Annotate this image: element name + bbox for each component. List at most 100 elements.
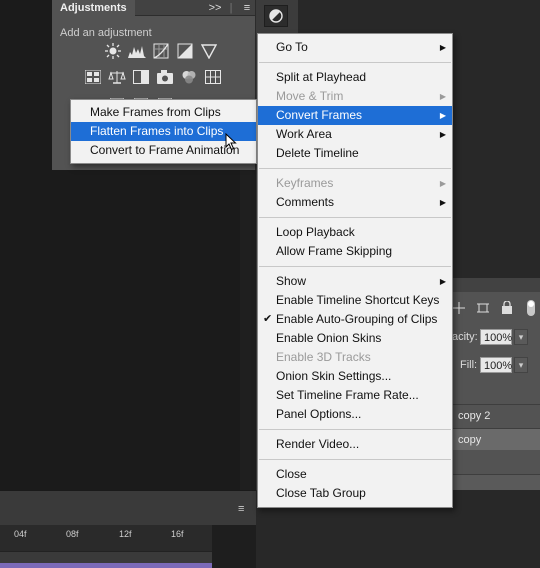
delete-timeline-item[interactable]: Delete Timeline — [258, 144, 452, 163]
panel-options-item[interactable]: Panel Options... — [258, 405, 452, 424]
work-area-item[interactable]: Work Area ▶ — [258, 125, 452, 144]
channel-mixer-icon[interactable] — [180, 68, 198, 86]
go-to-item[interactable]: Go To ▶ — [258, 38, 452, 57]
adjustments-tab[interactable]: Adjustments — [52, 0, 135, 16]
menu-item-label: Show — [276, 274, 307, 288]
submenu-arrow-icon: ▶ — [439, 92, 446, 101]
exposure-icon[interactable] — [176, 42, 194, 60]
tick-label: 08f — [66, 529, 79, 539]
close-item[interactable]: Close — [258, 465, 452, 484]
timeline-header — [0, 491, 256, 525]
opacity-label: acity: — [452, 331, 478, 343]
render-video-item[interactable]: Render Video... — [258, 435, 452, 454]
enable-3d-tracks-item: Enable 3D Tracks — [258, 348, 452, 367]
timeline-clip-bar[interactable] — [0, 563, 212, 568]
artboard-lock-icon[interactable] — [474, 300, 492, 316]
loop-playback-item[interactable]: Loop Playback — [258, 223, 452, 242]
panel-menu-icon[interactable]: ≡ — [239, 2, 255, 14]
opacity-field[interactable]: 100% — [480, 329, 512, 345]
adjustments-header: Adjustments >> | ≡ — [52, 0, 255, 16]
tick-label: 04f — [14, 529, 27, 539]
timeline-end — [212, 525, 256, 568]
fill-field[interactable]: 100% — [480, 357, 512, 373]
timeline-context-menu: Go To ▶ Split at Playhead Move & Trim ▶ Co… — [257, 33, 453, 508]
submenu-arrow-icon: ▶ — [439, 198, 446, 207]
enable-timeline-shortcut-keys-item[interactable]: Enable Timeline Shortcut Keys — [258, 291, 452, 310]
split-at-playhead-item[interactable]: Split at Playhead — [258, 68, 452, 87]
fill-toggle-icon[interactable] — [522, 300, 540, 316]
vibrance-icon[interactable] — [200, 42, 218, 60]
color-lookup-icon[interactable] — [204, 68, 222, 86]
close-tab-group-item[interactable]: Close Tab Group — [258, 484, 452, 503]
adjustments-dock-button[interactable] — [264, 5, 288, 27]
timeline-panel: ≡ 04f 08f 12f 16f — [0, 490, 256, 568]
menu-item-label: Close — [276, 467, 307, 481]
convert-frames-submenu: Make Frames from Clips Flatten Frames in… — [70, 99, 257, 164]
fill-label: Fill: — [460, 359, 478, 371]
menu-item-label: Enable Onion Skins — [276, 331, 382, 345]
menu-item-label: Split at Playhead — [276, 70, 367, 84]
tick-label: 16f — [171, 529, 184, 539]
brightness-icon[interactable] — [104, 42, 122, 60]
document-canvas — [52, 170, 240, 490]
submenu-arrow-icon: ▶ — [439, 111, 446, 120]
show-item[interactable]: Show ▶ — [258, 272, 452, 291]
menu-separator — [259, 266, 451, 267]
timeline-menu-icon[interactable]: ≡ — [238, 503, 244, 515]
menu-item-label: Convert Frames — [276, 108, 363, 122]
black-white-icon[interactable] — [132, 68, 150, 86]
mouse-cursor-icon — [225, 133, 237, 151]
curves-icon[interactable] — [152, 42, 170, 60]
move-trim-item: Move & Trim ▶ — [258, 87, 452, 106]
enable-onion-skins-item[interactable]: Enable Onion Skins — [258, 329, 452, 348]
color-balance-icon[interactable] — [108, 68, 126, 86]
menu-item-label: Panel Options... — [276, 407, 362, 421]
enable-auto-grouping-item[interactable]: ✔ Enable Auto-Grouping of Clips — [258, 310, 452, 329]
set-frame-rate-item[interactable]: Set Timeline Frame Rate... — [258, 386, 452, 405]
fill-dropdown[interactable]: ▾ — [514, 357, 528, 373]
submenu-arrow-icon: ▶ — [439, 179, 446, 188]
timeline-ruler[interactable]: 04f 08f 12f 16f — [0, 525, 212, 551]
menu-item-label: Loop Playback — [276, 225, 355, 239]
layer-name: copy — [458, 434, 482, 446]
menu-item-label: Close Tab Group — [276, 486, 366, 500]
menu-item-label: Delete Timeline — [276, 146, 359, 160]
menu-item-label: Move & Trim — [276, 89, 344, 103]
submenu-arrow-icon: ▶ — [439, 277, 446, 286]
canvas-area — [0, 0, 52, 490]
menu-item-label: Enable Auto-Grouping of Clips — [276, 312, 438, 326]
adjustments-subtitle: Add an adjustment — [60, 27, 152, 39]
menu-item-label: Go To — [276, 40, 308, 54]
menu-separator — [259, 62, 451, 63]
keyframes-item: Keyframes ▶ — [258, 174, 452, 193]
menu-separator — [259, 217, 451, 218]
menu-item-label: Work Area — [276, 127, 332, 141]
menu-separator — [259, 459, 451, 460]
hue-saturation-icon[interactable] — [84, 68, 102, 86]
comments-item[interactable]: Comments ▶ — [258, 193, 452, 212]
lock-all-icon[interactable] — [498, 300, 516, 316]
submenu-arrow-icon: ▶ — [439, 130, 446, 139]
menu-separator — [259, 429, 451, 430]
menu-item-label: Enable Timeline Shortcut Keys — [276, 293, 440, 307]
submenu-arrow-icon: ▶ — [439, 43, 446, 52]
menu-item-label: Comments — [276, 195, 335, 209]
menu-item-label: Enable 3D Tracks — [276, 350, 371, 364]
menu-item-label: Render Video... — [276, 437, 360, 451]
make-frames-from-clips-item[interactable]: Make Frames from Clips — [71, 103, 256, 122]
menu-item-label: Set Timeline Frame Rate... — [276, 388, 419, 402]
onion-skin-settings-item[interactable]: Onion Skin Settings... — [258, 367, 452, 386]
checkmark-icon: ✔ — [263, 313, 273, 325]
menu-separator — [259, 168, 451, 169]
photo-filter-icon[interactable] — [156, 68, 174, 86]
convert-frames-item[interactable]: Convert Frames ▶ — [258, 106, 452, 125]
menu-item-label: Allow Frame Skipping — [276, 244, 393, 258]
menu-item-label: Onion Skin Settings... — [276, 369, 392, 383]
levels-icon[interactable] — [128, 42, 146, 60]
layer-name: copy 2 — [458, 410, 491, 422]
tick-label: 12f — [119, 529, 132, 539]
opacity-dropdown[interactable]: ▾ — [514, 329, 528, 345]
allow-frame-skipping-item[interactable]: Allow Frame Skipping — [258, 242, 452, 261]
menu-item-label: Keyframes — [276, 176, 334, 190]
collapse-icon[interactable]: >> — [207, 2, 223, 14]
